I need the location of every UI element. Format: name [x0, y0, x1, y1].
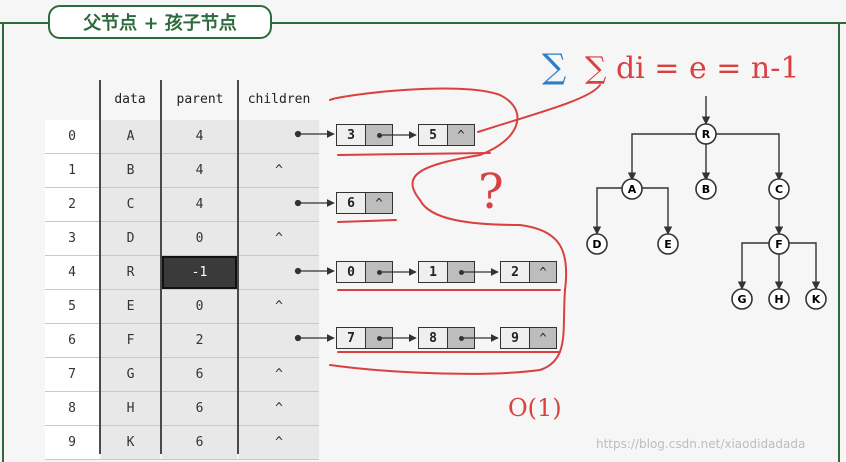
red-underline [337, 219, 397, 223]
svg-text:E: E [664, 238, 672, 251]
formula-sum: ∑ [542, 47, 566, 87]
complexity-note: O(1) [508, 394, 562, 422]
tree-node-e: E [657, 233, 679, 255]
tree-node-r: R [695, 123, 717, 145]
tree-node-a: A [621, 178, 643, 200]
red-underline [337, 152, 491, 156]
formula-text: ∑ di = e = n-1 [585, 51, 799, 86]
tree-node-h: H [768, 288, 790, 310]
svg-text:H: H [774, 293, 783, 306]
svg-text:B: B [702, 183, 710, 196]
tree-node-b: B [695, 178, 717, 200]
svg-text:K: K [812, 293, 821, 306]
watermark: https://blog.csdn.net/xiaodidadada [596, 437, 806, 451]
formula-link [477, 84, 601, 133]
svg-text:C: C [775, 183, 783, 196]
svg-text:A: A [628, 183, 637, 196]
tree-node-g: G [731, 288, 753, 310]
tree-edge [706, 133, 784, 181]
tree-edge [627, 133, 706, 181]
svg-text:G: G [737, 293, 746, 306]
tree-node-d: D [586, 233, 608, 255]
question-mark: ? [478, 164, 504, 220]
red-enclosure [329, 87, 568, 375]
svg-text:D: D [592, 238, 601, 251]
children-pointers [294, 130, 499, 342]
diagram-overlay: ? O(1) ∑ ∑ di = e = n-1 R A B C D E F G … [294, 47, 827, 422]
svg-text:R: R [702, 128, 711, 141]
red-annotations [329, 84, 601, 375]
tree-node-f: F [768, 233, 790, 255]
tree-node-c: C [768, 178, 790, 200]
svg-text:F: F [775, 238, 783, 251]
tree-node-k: K [805, 288, 827, 310]
slide: { "title": "父节点 + 孩子节点", "table": { "hea… [0, 0, 846, 462]
